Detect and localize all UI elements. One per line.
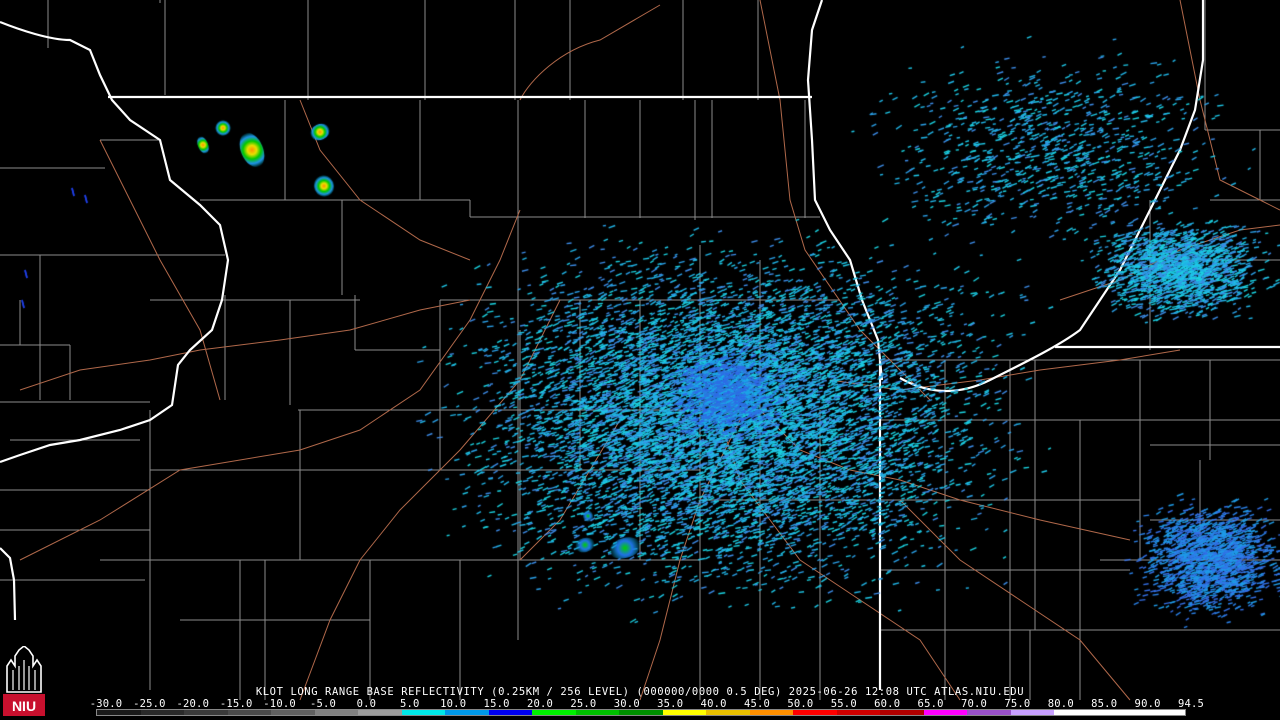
colorbar-swatch [358, 710, 402, 715]
colorbar-swatch [967, 710, 1011, 715]
logo-text: NIU [12, 698, 36, 714]
radar-map-view: NIU KLOT LONG RANGE BASE REFLECTIVITY (0… [0, 0, 1280, 720]
colorbar-swatch [140, 710, 185, 715]
colorbar-swatch [836, 710, 881, 715]
colorbar-swatch [445, 710, 489, 715]
colorbar-swatch [532, 710, 576, 715]
colorbar-swatch [793, 710, 837, 715]
reflectivity-layer [0, 0, 1280, 720]
colorbar-swatch [271, 710, 315, 715]
colorbar-swatch [401, 710, 446, 715]
colorbar-swatch [923, 710, 968, 715]
colorbar-swatch [749, 710, 794, 715]
colorbar-swatch [227, 710, 272, 715]
colorbar-swatch [1054, 710, 1098, 715]
colorbar-swatch [1141, 710, 1185, 715]
colorbar-swatch [880, 710, 924, 715]
colorbar-swatch [184, 710, 228, 715]
colorbar-swatch [1097, 710, 1142, 715]
colorbar-swatch [575, 710, 620, 715]
colorbar-swatch [619, 710, 663, 715]
colorbar-swatch [662, 710, 707, 715]
colorbar-swatch [97, 710, 141, 715]
colorbar-swatch [1010, 710, 1055, 715]
colorbar-swatch [488, 710, 533, 715]
niu-logo: NIU [3, 646, 45, 716]
colorbar-swatch [314, 710, 359, 715]
colorbar-swatch [706, 710, 750, 715]
reflectivity-colorbar [96, 709, 1186, 716]
product-caption: KLOT LONG RANGE BASE REFLECTIVITY (0.25K… [255, 686, 1025, 698]
